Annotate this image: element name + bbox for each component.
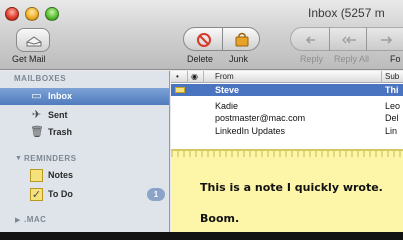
delete-icon [197, 33, 211, 47]
window-title: Inbox (5257 m [308, 6, 385, 20]
mail-window: Inbox (5257 m Get Mail Delete Junk Reply… [0, 0, 403, 232]
junk-icon [235, 32, 249, 47]
table-row[interactable]: Steve Thi [171, 84, 403, 96]
sidebar-item-label: Notes [48, 170, 74, 180]
minimize-window-button[interactable] [25, 7, 39, 21]
get-mail-label: Get Mail [12, 54, 46, 64]
sidebar-item-sent[interactable]: ✈ Sent [0, 107, 169, 124]
junk-button[interactable] [222, 27, 260, 51]
sidebar-item-todo[interactable]: ✓ To Do 1 [0, 186, 169, 203]
table-row[interactable]: Kadie Leo [171, 100, 403, 112]
reminders-disclosure-icon[interactable]: ▼ [15, 155, 22, 162]
mailboxes-header: MAILBOXES [14, 74, 67, 83]
row-subject: Lin [385, 126, 398, 136]
delete-button[interactable] [183, 27, 223, 51]
row-from: LinkedIn Updates [215, 126, 286, 136]
sidebar-item-label: Trash [48, 127, 73, 137]
column-status[interactable]: • [176, 72, 179, 81]
row-from: Steve [215, 85, 240, 95]
note-text-line-1: This is a note I quickly wrote. [200, 181, 383, 194]
bottom-edge [0, 232, 403, 240]
row-from: postmaster@mac.com [215, 113, 306, 123]
sidebar-item-label: Inbox [48, 91, 72, 101]
reply-button[interactable] [290, 27, 330, 51]
mailbox-sidebar: MAILBOXES ▭ Inbox ✈ Sent 🗑 Trash ▼ REMIN… [0, 71, 170, 232]
message-list: • ◉ From Sub Steve Thi Kadie Leo postmas… [171, 71, 403, 149]
todo-count-badge: 1 [147, 188, 165, 201]
reply-all-button[interactable] [329, 27, 367, 51]
delete-label: Delete [187, 54, 214, 64]
toolbar: Inbox (5257 m Get Mail Delete Junk Reply… [0, 0, 403, 70]
row-from: Kadie [215, 101, 239, 111]
reply-icon [305, 36, 315, 44]
reply-label: Reply [300, 54, 324, 64]
reply-all-icon [342, 36, 356, 44]
note-preview-pane[interactable]: This is a note I quickly wrote. Boom. [171, 149, 403, 232]
column-header: • ◉ From Sub [171, 71, 403, 83]
inbox-icon: ▭ [31, 90, 42, 102]
get-mail-icon [26, 36, 42, 47]
sidebar-item-notes[interactable]: Notes [0, 167, 169, 184]
column-subject[interactable]: Sub [385, 72, 399, 81]
sidebar-item-label: Sent [48, 110, 68, 120]
column-flag[interactable]: ◉ [191, 72, 198, 81]
forward-button[interactable] [366, 27, 403, 51]
mac-disclosure-icon[interactable]: ▶ [15, 216, 20, 224]
reminders-header: REMINDERS [24, 154, 77, 163]
forward-icon [381, 36, 393, 44]
note-top-edge [171, 151, 403, 157]
table-row[interactable]: postmaster@mac.com Del [171, 112, 403, 124]
table-row[interactable]: LinkedIn Updates Lin [171, 125, 403, 137]
zoom-window-button[interactable] [45, 7, 59, 21]
close-window-button[interactable] [5, 7, 19, 21]
row-subject: Del [385, 113, 399, 123]
note-message-icon [175, 87, 185, 93]
notes-icon [30, 169, 43, 182]
junk-label: Junk [229, 54, 249, 64]
column-from[interactable]: From [215, 72, 234, 81]
note-text-line-2: Boom. [200, 212, 240, 225]
row-subject: Thi [385, 85, 399, 95]
mac-header: .MAC [24, 215, 47, 224]
sidebar-item-label: To Do [48, 189, 73, 199]
trash-icon: 🗑 [30, 126, 44, 138]
reply-all-label: Reply All [334, 54, 370, 64]
sidebar-item-trash[interactable]: 🗑 Trash [0, 124, 169, 141]
row-subject: Leo [385, 101, 401, 111]
get-mail-button[interactable] [16, 28, 50, 52]
todo-icon: ✓ [30, 188, 43, 201]
sent-icon: ✈ [31, 109, 42, 121]
forward-label: Fo [390, 54, 401, 64]
sidebar-item-inbox[interactable]: ▭ Inbox [0, 88, 169, 105]
